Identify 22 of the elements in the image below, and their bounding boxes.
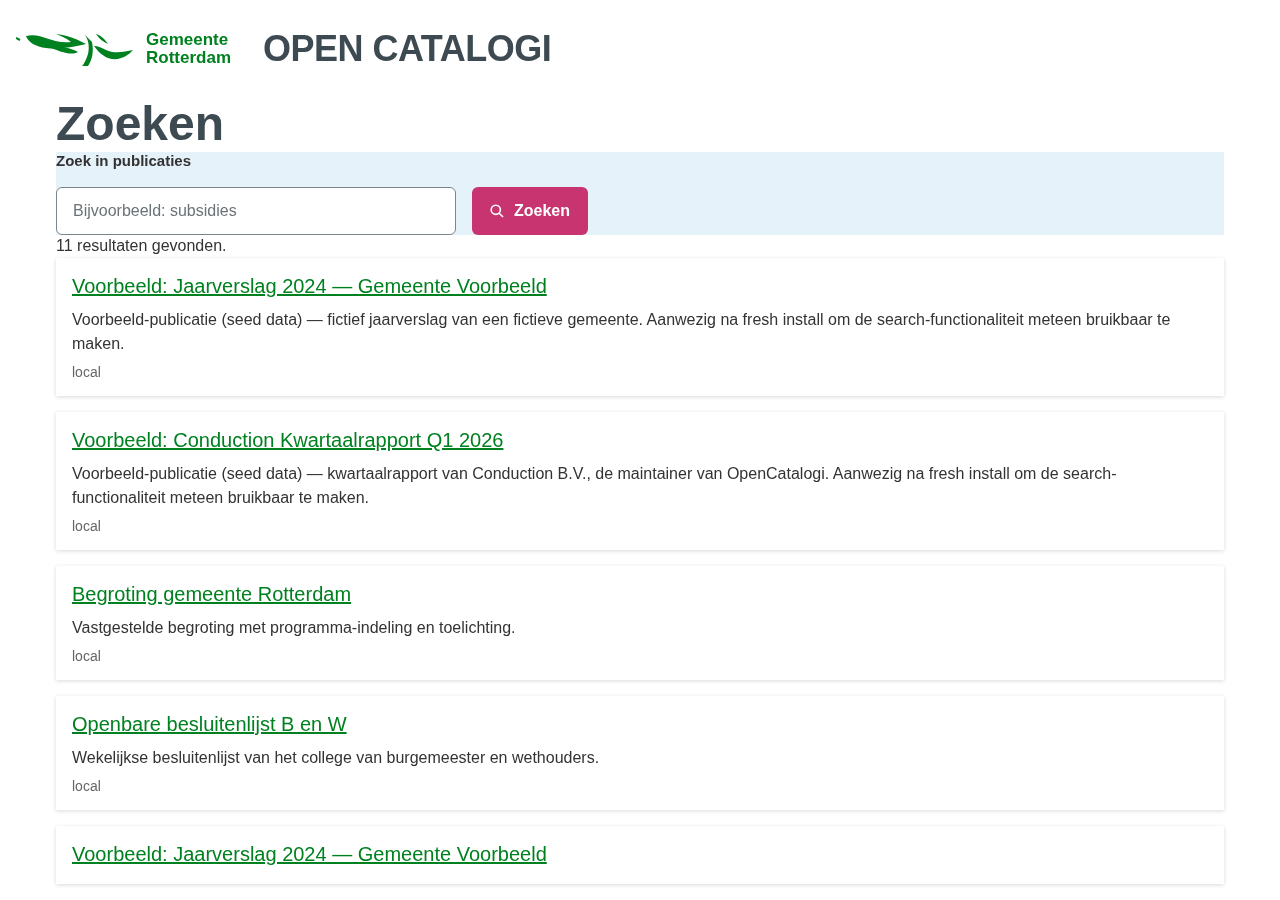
result-source: local [72,648,102,664]
result-title-link[interactable]: Openbare besluitenlijst B en W [72,710,347,738]
search-label: Zoek in publicaties [56,152,193,170]
result-description: Wekelijkse besluitenlijst van het college van burgemeester en wethouders. [72,748,601,768]
search-button[interactable]: Zoeken [472,187,588,235]
result-title-link[interactable]: Voorbeeld: Jaarverslag 2024 — Gemeente Voorbeeld [72,272,547,300]
result-description: Voorbeeld-publicatie (seed data) — kwartaalrapport van Conduction B.V., de maintainer van OpenCatalogi. Aanwezig na fresh install om de search-functionaliteit meteen bruikbaar te maken. [72,464,1118,508]
logo-text: Gemeente [146,31,230,49]
result-title-link[interactable]: Voorbeeld: Conduction Kwartaalrapport Q1 2026 [72,426,504,454]
page-title: Zoeken [56,96,226,152]
site-title: OPEN CATALOGI [263,28,552,70]
logo-text: Rotterdam [146,49,231,67]
result-count: 11 resultaten gevonden. [56,236,228,256]
result-source: local [72,364,102,380]
result-description: Vastgestelde begroting met programma-indeling en toelichting. [72,618,517,638]
result-source: local [72,778,102,794]
result-source: local [72,518,102,534]
result-title-link[interactable]: Begroting gemeente Rotterdam [72,580,352,608]
search-field[interactable]: Bijvoorbeeld: subsidies [56,187,456,235]
result-description: Voorbeeld-publicatie (seed data) — fictief jaarverslag van een fictieve gemeente. Aanwezig na fresh install om de search-functionaliteit meteen bruikbaar te maken. [72,310,1172,354]
result-title-link[interactable]: Voorbeeld: Jaarverslag 2024 — Gemeente Voorbeeld [72,840,547,868]
search-icon [490,204,504,218]
